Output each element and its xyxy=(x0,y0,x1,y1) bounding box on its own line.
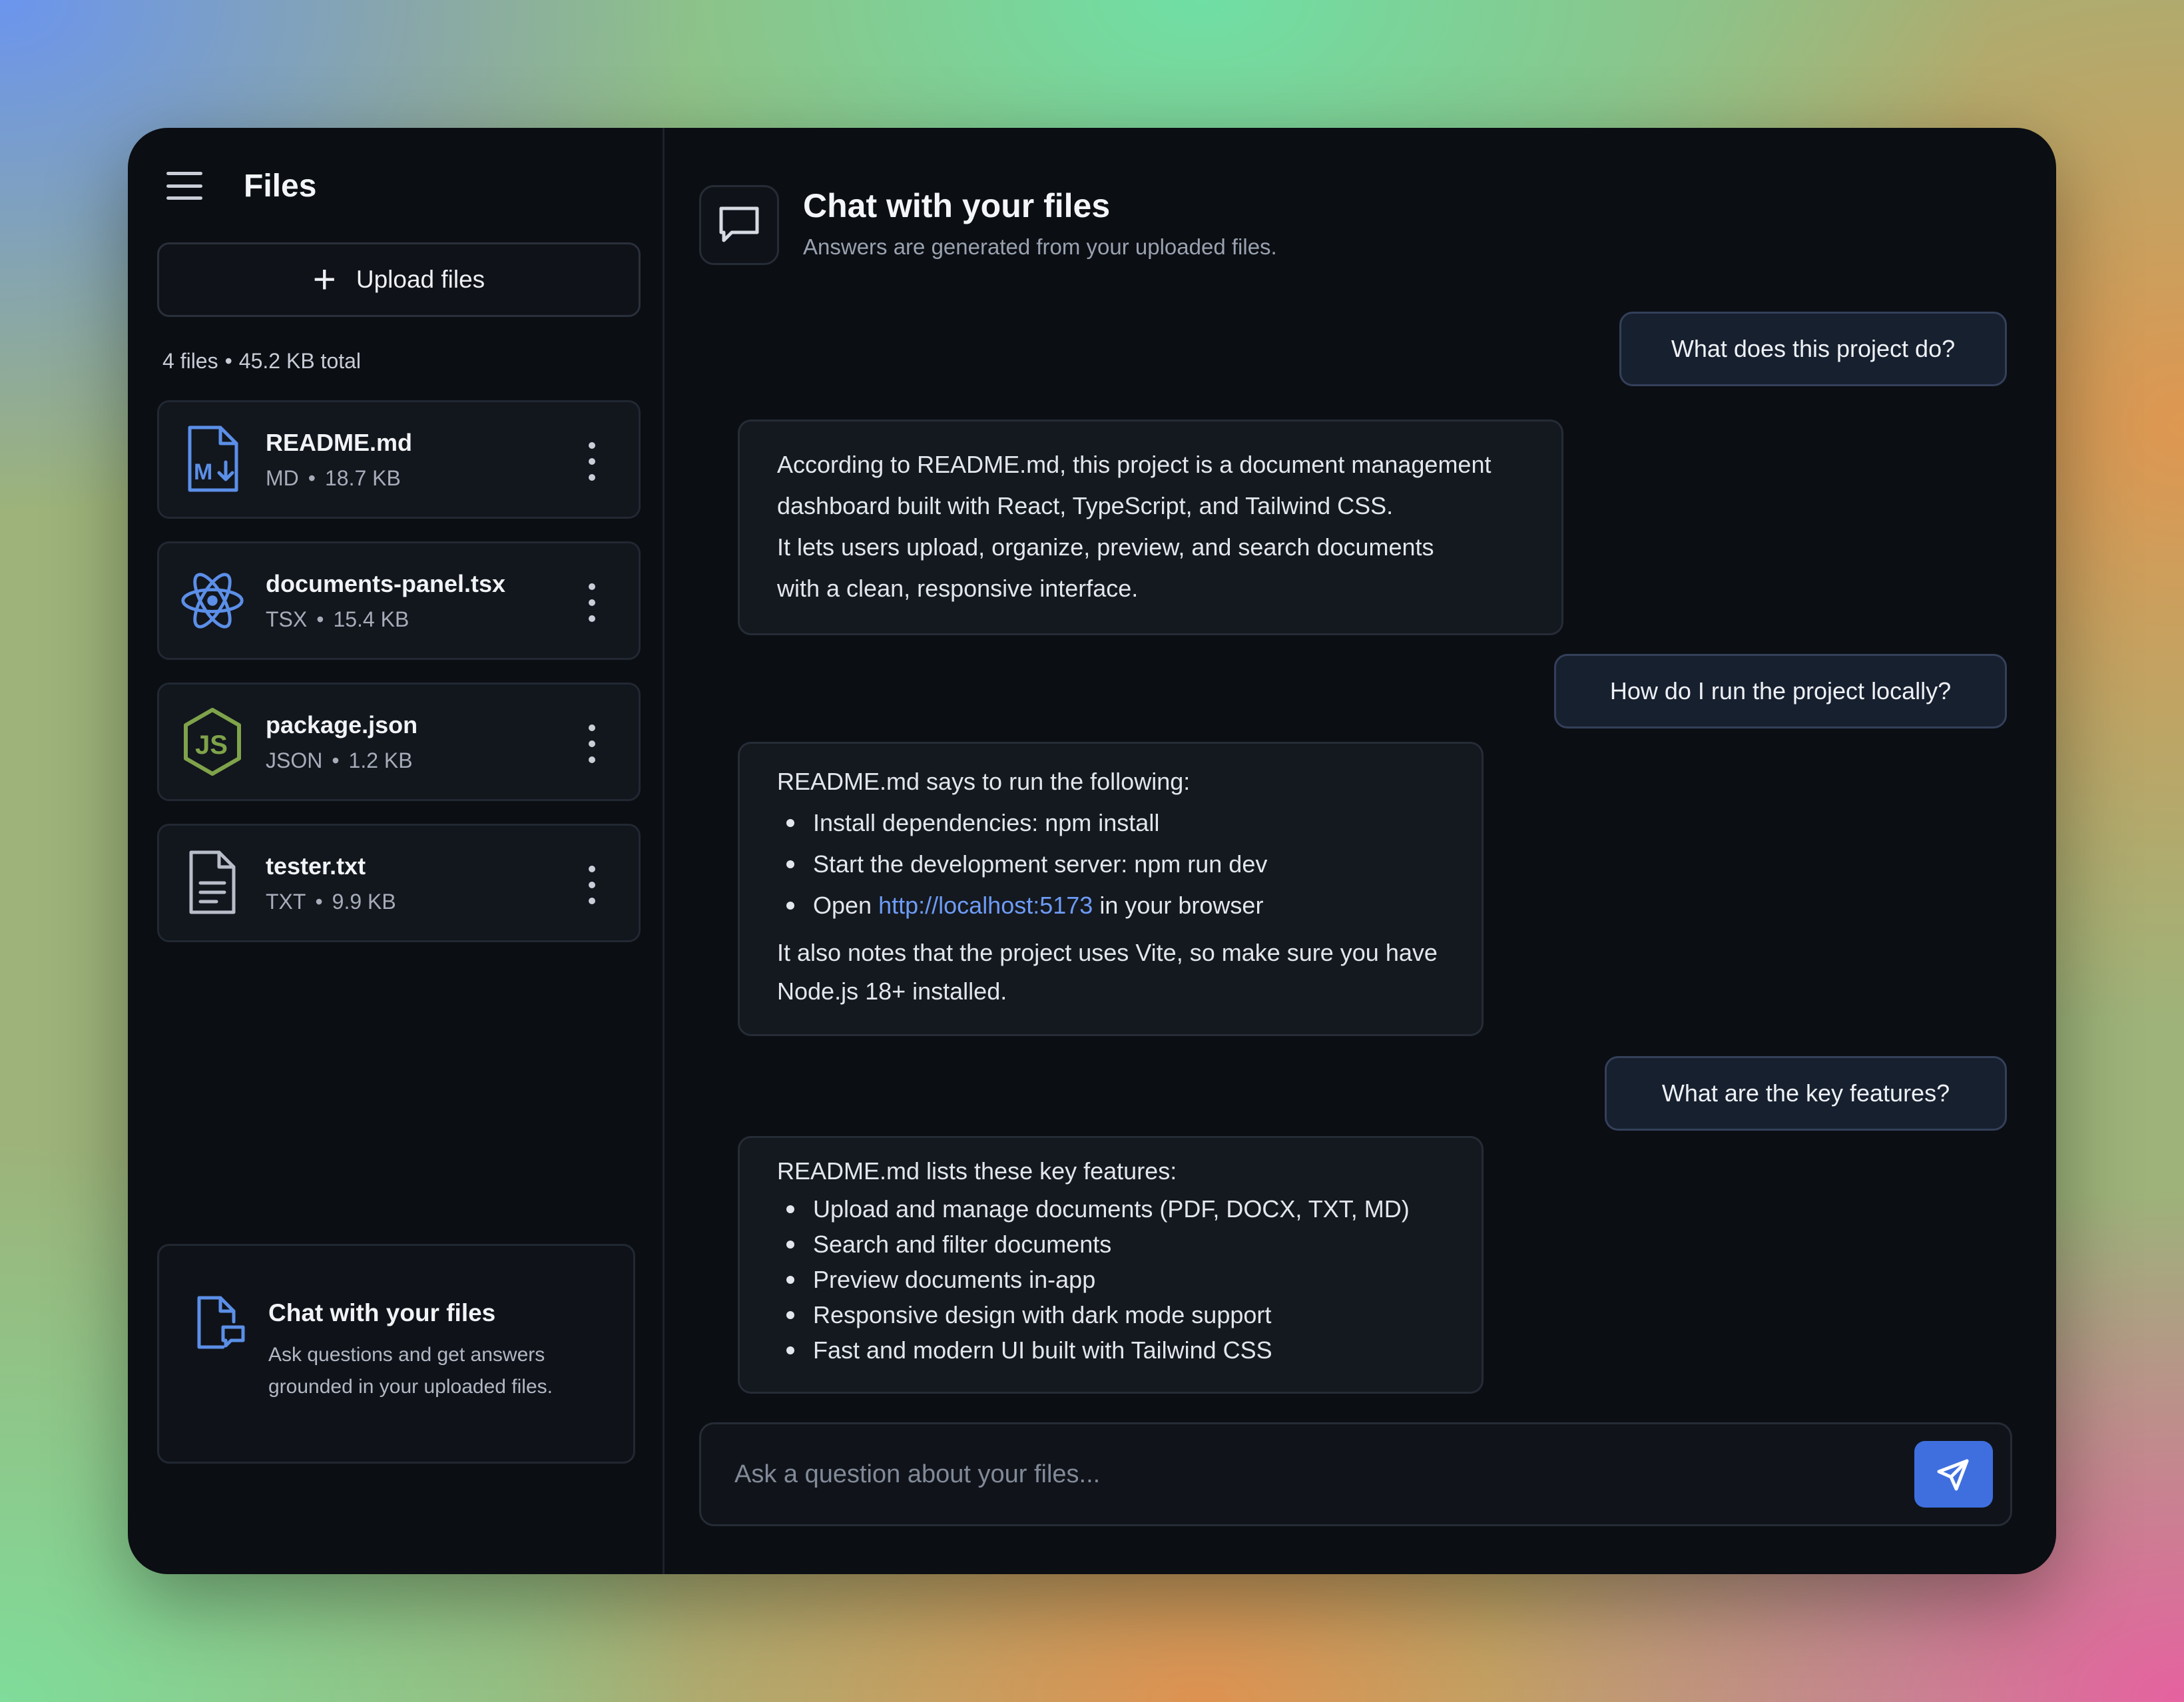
file-size: 1.2 KB xyxy=(348,748,413,772)
assistant-message-line: According to README.md, this project is … xyxy=(777,451,1492,478)
files-summary: 4 files • 45.2 KB total xyxy=(162,349,362,373)
file-item-package-json[interactable]: JS package.json JSON • 1.2 KB xyxy=(157,683,641,801)
hamburger-menu-icon[interactable] xyxy=(166,172,202,200)
plus-icon: + xyxy=(312,257,336,302)
file-size: 18.7 KB xyxy=(324,465,401,490)
assistant-message-line: Node.js 18+ installed. xyxy=(777,978,1007,1005)
more-options-icon[interactable] xyxy=(585,724,599,763)
upload-files-label: Upload files xyxy=(356,266,485,293)
file-list: M README.md MD • 18.7 KB documents-panel… xyxy=(157,400,641,942)
file-type: JSON xyxy=(266,748,323,772)
localhost-link[interactable]: http://localhost:5173 xyxy=(878,892,1093,919)
more-options-icon[interactable] xyxy=(585,583,599,622)
list-item: Start the development server: npm run de… xyxy=(777,844,1444,885)
file-item-tester-txt[interactable]: tester.txt TXT • 9.9 KB xyxy=(157,824,641,942)
list-item: Search and filter documents xyxy=(777,1227,1444,1262)
assistant-message-line: README.md lists these key features: xyxy=(777,1157,1177,1185)
promo-title: Chat with your files xyxy=(268,1299,496,1326)
assistant-message-line: It also notes that the project uses Vite… xyxy=(777,939,1438,966)
user-message: How do I run the project locally? xyxy=(1554,654,2007,728)
markdown-icon: M xyxy=(179,423,246,496)
chat-promo-card: Chat with your files Ask questions and g… xyxy=(157,1244,635,1464)
chat-bubble-icon xyxy=(699,185,779,265)
features-list: Upload and manage documents (PDF, DOCX, … xyxy=(777,1191,1444,1368)
file-name: README.md xyxy=(266,428,413,456)
svg-text:JS: JS xyxy=(195,730,228,760)
files-sidebar: Files + Upload files 4 files • 45.2 KB tot… xyxy=(128,128,665,1574)
assistant-message-line: README.md says to run the following: xyxy=(777,768,1191,795)
assistant-message-line: It lets users upload, organize, preview,… xyxy=(777,533,1434,561)
user-message-text: What are the key features? xyxy=(1661,1079,1950,1107)
more-options-icon[interactable] xyxy=(585,866,599,904)
message-composer xyxy=(699,1422,2012,1526)
chat-header: Chat with your files Answers are generat… xyxy=(699,185,1277,265)
nodejs-icon: JS xyxy=(179,705,246,778)
run-steps-list: Install dependencies: npm install Start … xyxy=(777,802,1444,926)
app-window: Files + Upload files 4 files • 45.2 KB tot… xyxy=(128,128,2056,1574)
open-suffix: in your browser xyxy=(1099,892,1264,919)
list-item: Preview documents in-app xyxy=(777,1262,1444,1297)
file-name: tester.txt xyxy=(266,852,366,880)
file-type: MD xyxy=(266,465,299,490)
promo-description: Ask questions and get answers grounded i… xyxy=(268,1344,553,1398)
assistant-message-line: with a clean, responsive interface. xyxy=(777,575,1139,602)
file-type: TXT xyxy=(266,889,306,914)
user-message: What are the key features? xyxy=(1605,1056,2007,1131)
chat-subtitle: Answers are generated from your uploaded… xyxy=(803,234,1277,259)
send-icon xyxy=(1937,1459,1969,1491)
list-item: Responsive design with dark mode support xyxy=(777,1297,1444,1332)
sidebar-title: Files xyxy=(244,168,317,204)
list-item: Upload and manage documents (PDF, DOCX, … xyxy=(777,1191,1444,1227)
file-size: 15.4 KB xyxy=(333,607,410,631)
svg-text:M: M xyxy=(194,459,212,485)
list-item: Fast and modern UI built with Tailwind C… xyxy=(777,1332,1444,1368)
assistant-message: README.md lists these key features: Uplo… xyxy=(738,1136,1484,1394)
file-type: TSX xyxy=(266,607,308,631)
assistant-message: README.md says to run the following: Ins… xyxy=(738,742,1484,1036)
text-file-icon xyxy=(179,846,246,920)
assistant-message-line: dashboard built with React, TypeScript, … xyxy=(777,492,1394,519)
question-input[interactable] xyxy=(701,1424,1914,1524)
file-name: package.json xyxy=(266,710,418,738)
chat-title: Chat with your files xyxy=(803,187,1111,224)
total-size: 45.2 KB total xyxy=(238,349,362,373)
react-icon xyxy=(179,564,246,637)
user-message-text: What does this project do? xyxy=(1671,335,1956,362)
file-chat-icon xyxy=(194,1295,247,1351)
file-size: 9.9 KB xyxy=(332,889,396,914)
open-prefix: Open xyxy=(813,892,872,919)
user-message-text: How do I run the project locally? xyxy=(1609,677,1952,705)
sidebar-header: Files xyxy=(157,156,633,216)
file-name: documents-panel.tsx xyxy=(266,569,506,597)
list-item: Install dependencies: npm install xyxy=(777,802,1444,844)
list-item: Open http://localhost:5173 in your brows… xyxy=(777,885,1444,926)
assistant-message: According to README.md, this project is … xyxy=(738,420,1563,635)
more-options-icon[interactable] xyxy=(585,442,599,481)
send-button[interactable] xyxy=(1914,1441,1993,1508)
file-item-documents-panel[interactable]: documents-panel.tsx TSX • 15.4 KB xyxy=(157,541,641,660)
file-count: 4 files xyxy=(162,349,218,373)
upload-files-button[interactable]: + Upload files xyxy=(157,242,641,317)
user-message: What does this project do? xyxy=(1619,312,2007,386)
file-item-readme[interactable]: M README.md MD • 18.7 KB xyxy=(157,400,641,519)
chat-panel: Chat with your files Answers are generat… xyxy=(665,128,2056,1574)
